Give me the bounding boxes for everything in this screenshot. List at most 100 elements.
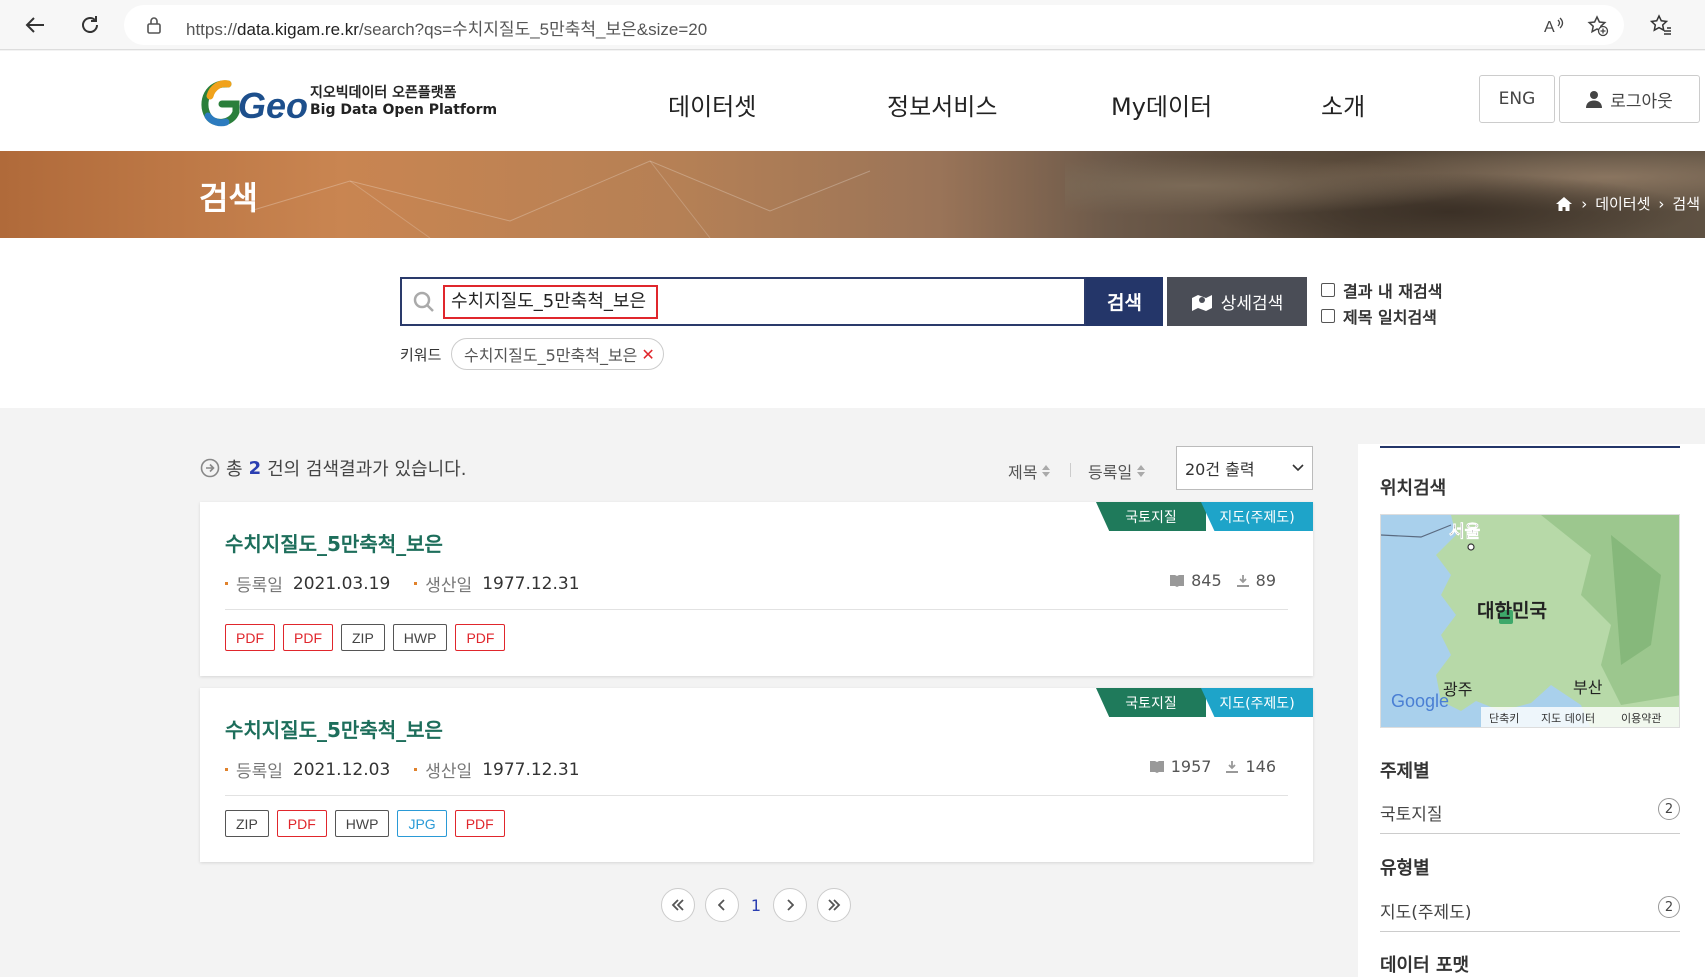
file-list: ZIP PDF HWP JPG PDF xyxy=(225,810,505,837)
map-data-link[interactable]: 지도 데이터 xyxy=(1541,712,1595,725)
title-match-checkbox[interactable]: 제목 일치검색 xyxy=(1321,304,1437,328)
reg-date-value: 2021.12.03 xyxy=(292,759,391,780)
read-aloud-icon[interactable]: A xyxy=(1542,14,1566,38)
bullet xyxy=(414,582,418,585)
sort-icon xyxy=(1137,465,1146,477)
location-map[interactable]: 서울 대한민국 광주 부산 Google 단축키 지도 데이터 이용약관 xyxy=(1380,514,1680,728)
english-button[interactable]: ENG xyxy=(1479,75,1555,123)
page-size-select[interactable]: 20건 출력 xyxy=(1176,446,1313,490)
english-button-label: ENG xyxy=(1498,89,1536,109)
chevron-down-icon xyxy=(1292,464,1304,472)
keyword-chip[interactable]: 수치지질도_5만축척_보은 ✕ xyxy=(451,338,664,370)
korea-map-image: 서울 대한민국 광주 부산 Google 단축키 지도 데이터 이용약관 xyxy=(1381,515,1679,727)
search-box[interactable]: 수치지질도_5만축척_보은 xyxy=(400,277,1086,326)
detail-search-label: 상세검색 xyxy=(1220,294,1284,314)
summary-prefix: 총 xyxy=(226,459,243,480)
download-icon xyxy=(1236,574,1249,587)
page-number[interactable]: 1 xyxy=(739,896,773,915)
chevron-right-icon xyxy=(787,899,794,911)
add-favorite-icon[interactable] xyxy=(1586,14,1610,38)
file-badge-zip[interactable]: ZIP xyxy=(225,810,269,837)
book-icon xyxy=(1149,760,1164,773)
result-card: 국토지질 지도(주제도) 수치지질도_5만축척_보은 등록일 2021.03.1… xyxy=(200,502,1313,676)
search-button[interactable]: 검색 xyxy=(1086,277,1163,326)
divider xyxy=(225,795,1288,796)
close-icon[interactable]: ✕ xyxy=(641,345,654,364)
first-page-button[interactable] xyxy=(661,888,695,922)
result-summary: 총 2 건의 검색결과가 있습니다. xyxy=(200,455,466,481)
home-icon[interactable] xyxy=(1555,196,1573,212)
research-in-results-checkbox[interactable]: 결과 내 재검색 xyxy=(1321,278,1442,302)
keyword-chip-label: 수치지질도_5만축척_보은 xyxy=(464,346,638,365)
last-page-button[interactable] xyxy=(817,888,851,922)
nav-dataset[interactable]: 데이터셋 xyxy=(668,87,756,122)
file-badge-hwp[interactable]: HWP xyxy=(334,810,390,837)
type-filter-item[interactable]: 지도(주제도) 2 xyxy=(1380,890,1680,932)
search-button-label: 검색 xyxy=(1107,292,1142,314)
chevron-right-icon: › xyxy=(1581,194,1588,213)
page-banner: 검색 › 데이터셋 › 검색 xyxy=(0,151,1705,238)
logo-wordmark: Geo xyxy=(238,85,308,126)
search-input[interactable]: 수치지질도_5만축척_보은 xyxy=(443,285,658,319)
double-chevron-right-icon xyxy=(828,899,841,911)
theme-filter-item[interactable]: 국토지질 2 xyxy=(1380,792,1680,834)
type-filter-heading: 유형별 xyxy=(1380,858,1430,879)
file-list: PDF PDF ZIP HWP PDF xyxy=(225,624,506,651)
prev-page-button[interactable] xyxy=(705,888,739,922)
location-search-heading: 위치검색 xyxy=(1380,478,1447,499)
next-page-button[interactable] xyxy=(773,888,807,922)
logout-button[interactable]: 로그아웃 xyxy=(1559,75,1700,123)
file-badge-hwp[interactable]: HWP xyxy=(392,624,448,651)
map-shortcuts-link[interactable]: 단축키 xyxy=(1489,712,1519,725)
address-bar[interactable]: https://data.kigam.re.kr/search?qs=수치지질도… xyxy=(124,5,1624,45)
file-badge-pdf[interactable]: PDF xyxy=(276,810,327,837)
sort-date-label: 등록일 xyxy=(1088,463,1133,482)
url-text: https://data.kigam.re.kr/search?qs=수치지질도… xyxy=(186,15,707,40)
theme-filter-label: 국토지질 xyxy=(1380,805,1443,825)
nav-my-data[interactable]: My데이터 xyxy=(1111,87,1212,122)
category-tag: 국토지질 xyxy=(1096,502,1206,531)
map-terms-link[interactable]: 이용약관 xyxy=(1621,711,1661,725)
result-count: 2 xyxy=(248,457,262,479)
sort-by-date[interactable]: 등록일 xyxy=(1088,459,1146,483)
checkbox-box[interactable] xyxy=(1321,283,1335,297)
filter-sidebar: 위치검색 서울 대한민국 광주 부산 Google 단축키 지도 데이터 이용약… xyxy=(1358,444,1705,977)
user-icon xyxy=(1586,91,1603,108)
file-badge-pdf[interactable]: PDF xyxy=(455,624,506,651)
logo-text-korean: 지오빅데이터 오픈플랫폼 xyxy=(310,85,457,101)
result-title[interactable]: 수치지질도_5만축척_보은 xyxy=(225,528,443,557)
logo-text-english: Big Data Open Platform xyxy=(310,102,498,118)
result-meta: 등록일 2021.12.03 생산일 1977.12.31 xyxy=(225,757,580,782)
back-icon[interactable] xyxy=(21,11,49,39)
nav-about[interactable]: 소개 xyxy=(1321,87,1365,122)
file-badge-zip[interactable]: ZIP xyxy=(341,624,385,651)
favorites-icon[interactable] xyxy=(1647,11,1675,39)
result-stats: 1957 146 xyxy=(1149,757,1276,776)
breadcrumb-search[interactable]: 검색 xyxy=(1672,193,1700,214)
reg-date-label: 등록일 xyxy=(236,576,283,596)
file-badge-pdf[interactable]: PDF xyxy=(283,624,333,651)
reg-date-label: 등록일 xyxy=(236,762,283,782)
double-chevron-left-icon xyxy=(671,899,684,911)
arrow-circle-icon xyxy=(200,458,220,478)
checkbox-box[interactable] xyxy=(1321,309,1335,323)
refresh-icon[interactable] xyxy=(76,11,104,39)
download-count: 146 xyxy=(1245,757,1276,776)
sort-by-title[interactable]: 제목 xyxy=(1008,459,1051,483)
lock-icon xyxy=(146,16,162,38)
file-badge-jpg[interactable]: JPG xyxy=(397,810,447,837)
file-badge-pdf[interactable]: PDF xyxy=(225,624,275,651)
type-tag: 지도(주제도) xyxy=(1201,688,1313,717)
format-filter-heading: 데이터 포맷 xyxy=(1380,955,1470,976)
breadcrumb: › 데이터셋 › 검색 xyxy=(1555,193,1700,214)
breadcrumb-dataset[interactable]: 데이터셋 xyxy=(1595,193,1650,214)
nav-info-service[interactable]: 정보서비스 xyxy=(887,87,997,122)
research-in-results-label: 결과 내 재검색 xyxy=(1343,282,1443,301)
logout-button-label: 로그아웃 xyxy=(1610,91,1673,112)
map-label-korea: 대한민국 xyxy=(1477,600,1547,622)
site-logo[interactable]: Geo 지오빅데이터 오픈플랫폼 Big Data Open Platform xyxy=(198,72,498,128)
detail-search-button[interactable]: 상세검색 xyxy=(1167,277,1307,326)
type-filter-label: 지도(주제도) xyxy=(1380,903,1472,923)
file-badge-pdf[interactable]: PDF xyxy=(454,810,505,837)
result-title[interactable]: 수치지질도_5만축척_보은 xyxy=(225,714,443,743)
